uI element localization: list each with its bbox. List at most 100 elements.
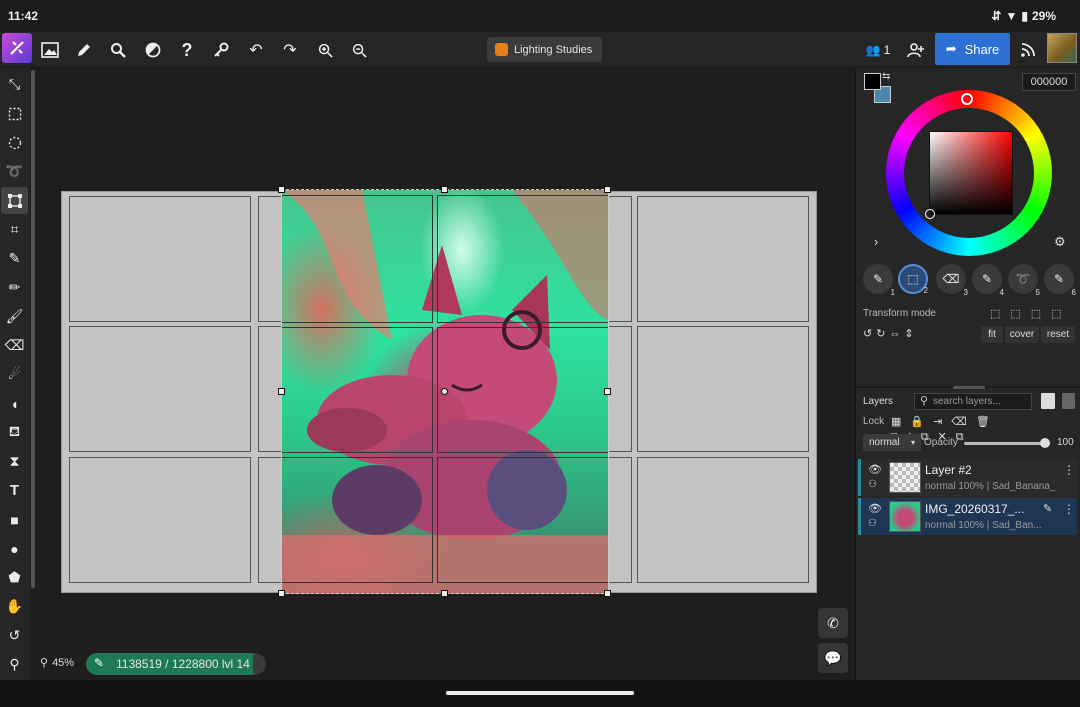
contrast-icon[interactable] xyxy=(139,36,167,64)
blur-tool-icon[interactable]: ◖ xyxy=(1,390,28,417)
brush-slot-1[interactable]: ✎ 1 xyxy=(863,264,895,297)
sv-cursor[interactable] xyxy=(925,209,935,219)
zoom-indicator[interactable]: ⚲ 45% xyxy=(40,656,75,670)
visibility-eye-icon[interactable]: 👁 xyxy=(868,502,882,515)
transform-handle[interactable] xyxy=(278,590,285,597)
gradient-tool-icon[interactable]: ⧗ xyxy=(1,448,28,475)
brush-tool-icon[interactable]: 🖌 xyxy=(1,303,28,330)
call-icon[interactable]: ✆ xyxy=(818,608,848,638)
brush-slot-4[interactable]: ✎ 4 xyxy=(972,264,1004,297)
layer-item[interactable]: 👁 ⚇ Layer #2 normal 100% | Sad_Banana_ ⋮ xyxy=(858,459,1077,496)
zoom-value: 45% xyxy=(52,656,75,669)
lock-label: Lock xyxy=(863,416,885,427)
zoom-icon: ⚲ xyxy=(40,657,49,669)
fill-bucket-tool-icon[interactable]: ⛾ xyxy=(1,419,28,446)
rotate-flip-icons[interactable]: ↺↻⇔⇕ xyxy=(863,327,918,340)
panel-resize-handle[interactable] xyxy=(953,386,985,389)
layer-menu-icon[interactable]: ⋮ xyxy=(1063,463,1075,477)
swap-colors-icon[interactable]: ⇆ xyxy=(882,71,890,82)
undo-icon[interactable]: ↶ xyxy=(242,36,270,64)
help-icon[interactable]: ? xyxy=(173,36,201,64)
expand-arrow-icon[interactable]: › xyxy=(874,234,878,249)
brush-slot-number: 4 xyxy=(999,288,1004,297)
document-title-button[interactable]: Lighting Studies xyxy=(487,37,603,62)
canvas-area[interactable]: ✆ 💬 ⚲ 45% ✎ 1138519 / 1228800 lvl 14 xyxy=(36,68,854,680)
transform-tool-icon[interactable] xyxy=(1,187,28,214)
smudge-tool-icon[interactable]: ☄ xyxy=(1,361,28,388)
rect-select-tool-icon[interactable] xyxy=(1,100,28,127)
layer-link-icon[interactable]: ⚇ xyxy=(868,479,877,490)
transform-handle[interactable] xyxy=(604,388,611,395)
crop-tool-icon[interactable]: ⌗ xyxy=(1,216,28,243)
panel-outline xyxy=(437,327,608,453)
cover-button[interactable]: cover xyxy=(1005,326,1039,343)
comic-panel xyxy=(69,457,251,583)
visibility-eye-icon[interactable]: 👁 xyxy=(868,463,882,476)
lasso-tool-icon[interactable]: ➰ xyxy=(1,158,28,185)
share-button[interactable]: ➦ Share xyxy=(935,33,1010,65)
hand-tool-icon[interactable]: ✋ xyxy=(1,593,28,620)
battery-level: 29% xyxy=(1031,9,1056,23)
zoom-tool-icon[interactable]: ⚲ xyxy=(1,651,28,678)
hue-cursor[interactable] xyxy=(961,93,973,105)
brush-icon: ✎ xyxy=(872,272,884,286)
brush-slot-6[interactable]: ✎ 6 xyxy=(1044,264,1076,297)
transform-handle[interactable] xyxy=(604,590,611,597)
hex-color-input[interactable]: 000000 xyxy=(1022,73,1076,91)
transform-handle[interactable] xyxy=(441,186,448,193)
text-tool-icon[interactable]: T xyxy=(1,477,28,504)
ellipse-tool-icon[interactable]: ● xyxy=(1,535,28,562)
collaborators-button[interactable]: 👥 1 xyxy=(862,36,894,64)
move-select-tool-icon[interactable]: ⤡ xyxy=(1,71,28,98)
duplicate-layer-icon[interactable] xyxy=(1062,393,1075,409)
layer-menu-icon[interactable]: ⋮ xyxy=(1063,502,1075,516)
brush-slot-3[interactable]: ⌫ 3 xyxy=(936,264,968,297)
user-avatar[interactable] xyxy=(1047,33,1077,63)
transform-handle[interactable] xyxy=(278,388,285,395)
brush-slot-2[interactable]: ⬚ 2 xyxy=(898,264,928,295)
upload-progress-text: 1138519 / 1228800 lvl 14 xyxy=(116,657,250,671)
eyedropper-tool-icon[interactable]: ✎ xyxy=(1,245,28,272)
transform-handle[interactable] xyxy=(604,186,611,193)
brush-slot-5[interactable]: ➰ 5 xyxy=(1008,264,1040,297)
add-user-icon[interactable] xyxy=(902,36,930,64)
transform-mode-icons[interactable]: ⬚⬚⬚⬚ xyxy=(990,307,1072,320)
image-icon[interactable] xyxy=(36,36,64,64)
gesture-handle[interactable] xyxy=(446,691,634,695)
transform-center-handle[interactable] xyxy=(441,388,448,395)
app-logo-icon[interactable] xyxy=(2,33,32,63)
pencil-icon[interactable] xyxy=(70,36,98,64)
collaborators-count: 1 xyxy=(883,43,891,57)
opacity-slider-thumb[interactable] xyxy=(1040,438,1050,448)
eraser-tool-icon[interactable]: ⌫ xyxy=(1,332,28,359)
search-icon[interactable] xyxy=(104,36,132,64)
rss-icon[interactable] xyxy=(1014,36,1042,64)
reset-button[interactable]: reset xyxy=(1041,326,1075,343)
pen-tool-icon[interactable]: ✏ xyxy=(1,274,28,301)
layer-item-selected[interactable]: 👁 ⚇ IMG_20260317_... normal 100% | Sad_B… xyxy=(858,498,1077,535)
redo-icon[interactable]: ↷ xyxy=(276,36,304,64)
transform-handle[interactable] xyxy=(441,590,448,597)
new-layer-icon[interactable] xyxy=(1041,393,1055,409)
transform-handle[interactable] xyxy=(278,186,285,193)
ellipse-select-tool-icon[interactable] xyxy=(1,129,28,156)
saturation-value-square[interactable] xyxy=(925,131,1013,219)
layers-title: Layers xyxy=(863,396,894,407)
system-status-bar: 11:42 ⇵ ▼ ▮ 29% xyxy=(0,0,1080,32)
fit-button[interactable]: fit xyxy=(981,326,1003,343)
opacity-slider[interactable] xyxy=(964,442,1046,445)
color-settings-gear-icon[interactable]: ⚙ xyxy=(1054,234,1066,250)
chat-icon[interactable]: 💬 xyxy=(818,643,848,673)
rotate-view-icon[interactable]: ↺ xyxy=(1,622,28,649)
key-icon[interactable] xyxy=(207,36,235,64)
zoom-out-icon[interactable] xyxy=(345,36,373,64)
zoom-in-icon[interactable] xyxy=(311,36,339,64)
shape-tool-icon[interactable]: ⬟ xyxy=(1,564,28,591)
rectangle-tool-icon[interactable]: ■ xyxy=(1,506,28,533)
blend-mode-select[interactable]: normal ▾ xyxy=(863,434,921,451)
layer-link-icon[interactable]: ⚇ xyxy=(868,518,877,529)
layer-search-input[interactable]: search layers... xyxy=(914,393,1032,410)
upload-progress: ✎ 1138519 / 1228800 lvl 14 xyxy=(86,653,266,675)
foreground-color-swatch[interactable] xyxy=(864,73,881,90)
tool-palette-scrollbar[interactable] xyxy=(31,70,35,588)
